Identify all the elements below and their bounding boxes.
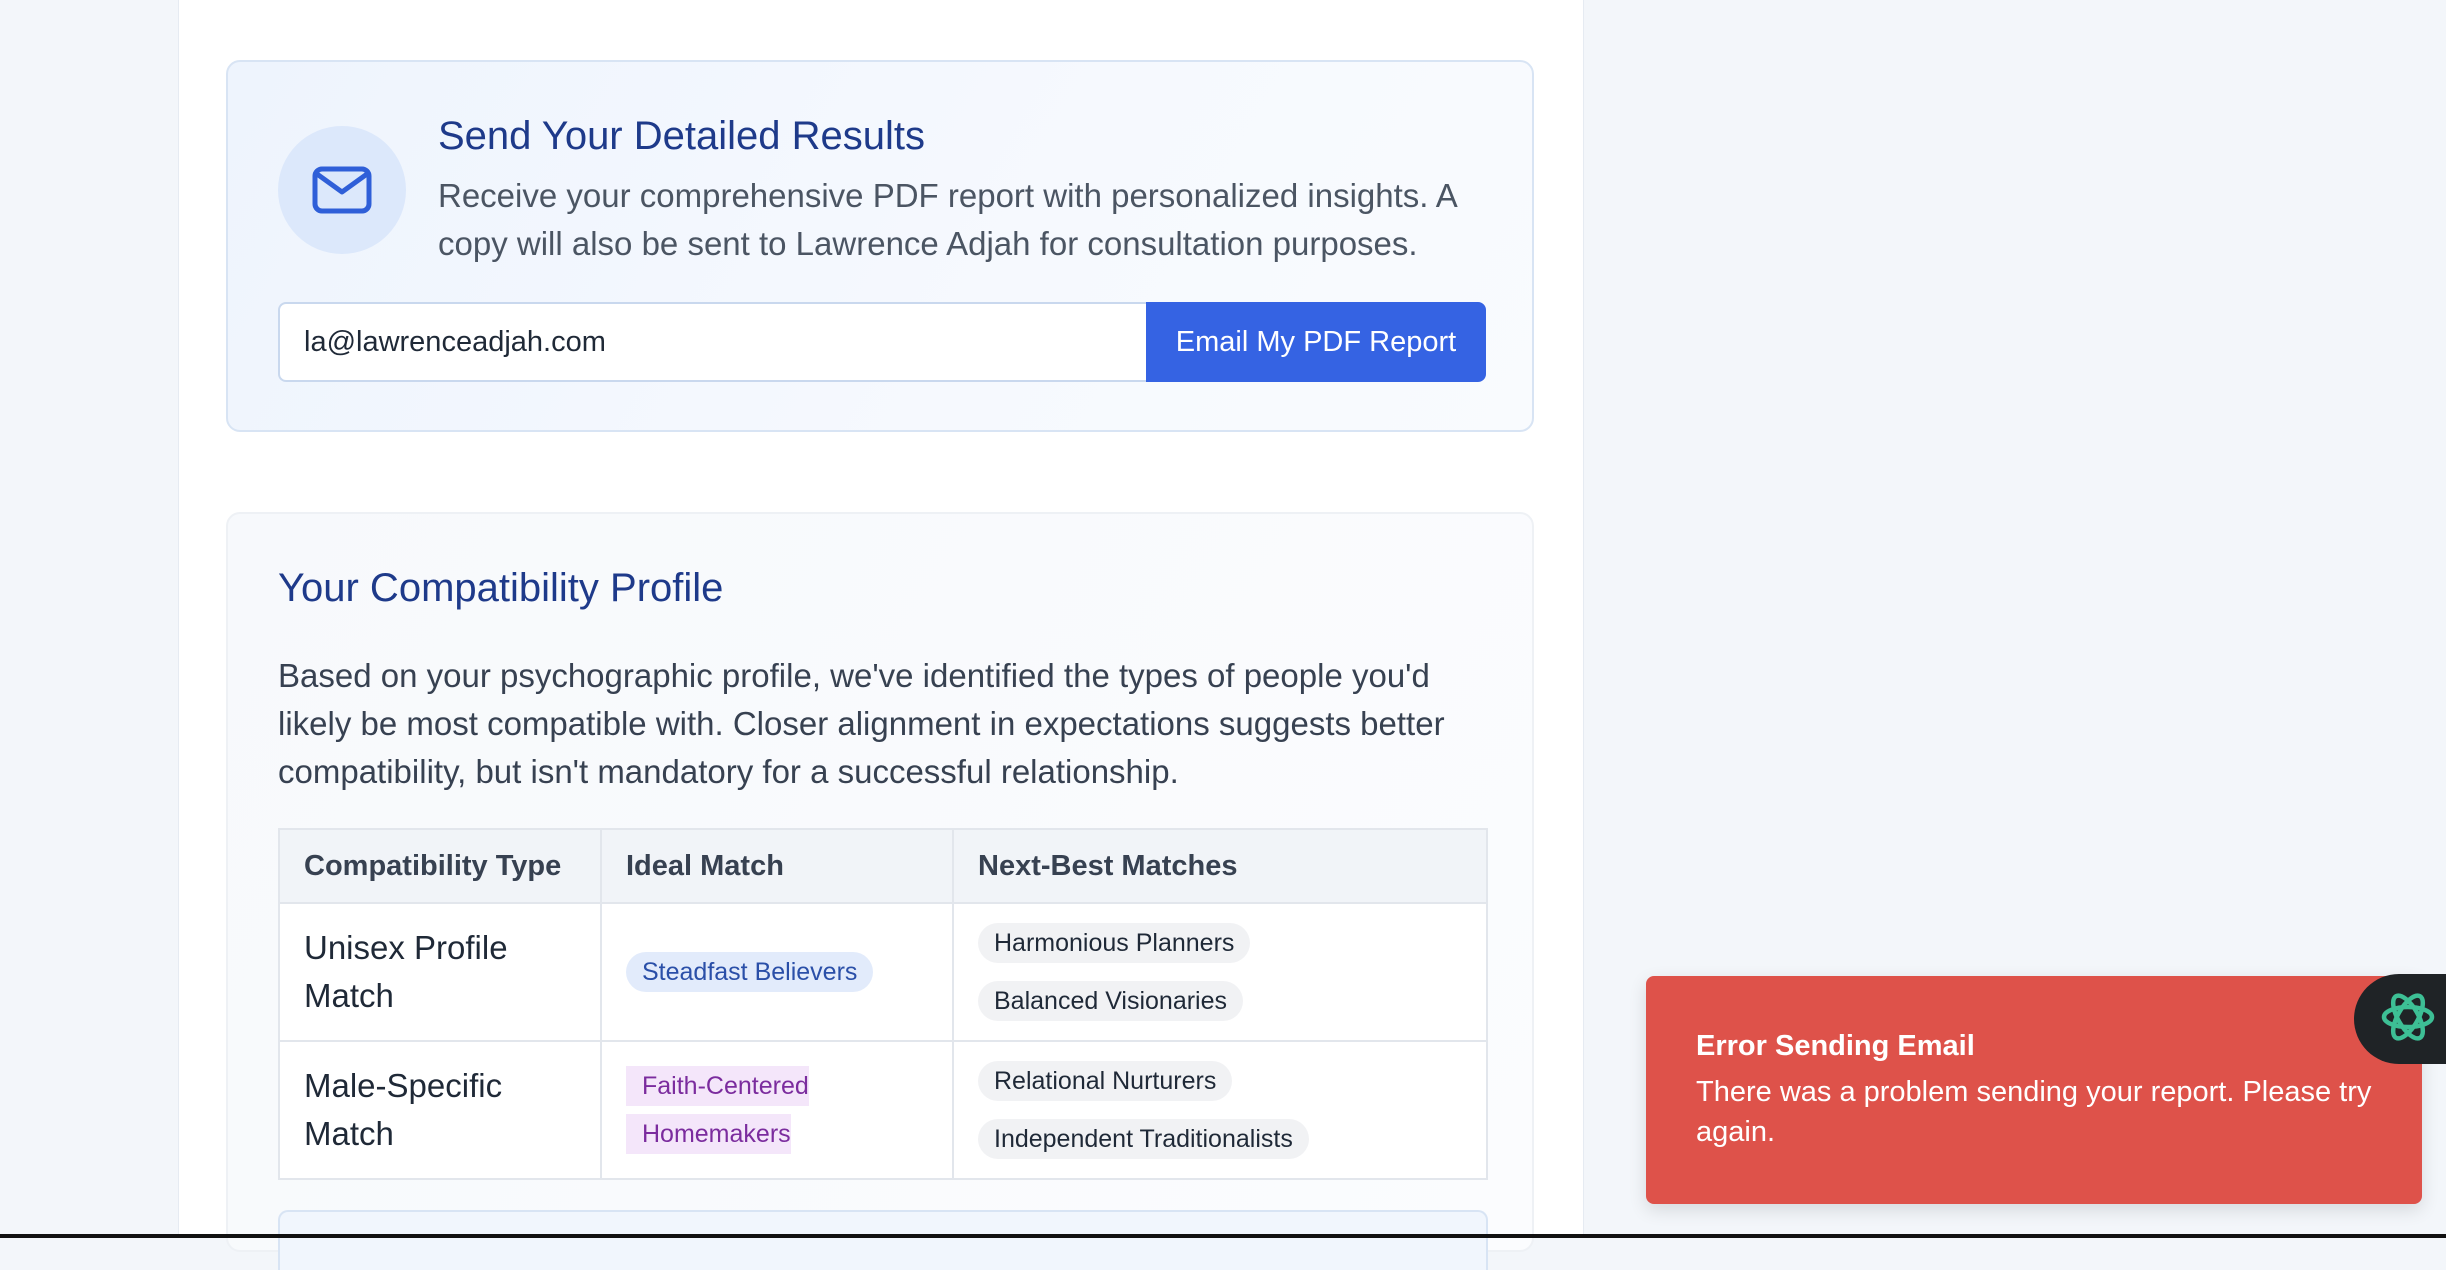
assistant-logo-icon — [2376, 985, 2440, 1054]
column-header: Compatibility Type — [278, 828, 602, 904]
ideal-match-chip: Faith-Centered Homemakers — [626, 1066, 809, 1154]
email-section-description: Receive your comprehensive PDF report wi… — [438, 177, 1456, 262]
table-row: Male-Specific Match Faith-Centered Homem… — [278, 1040, 1488, 1180]
ideal-match-chip: Steadfast Believers — [626, 952, 874, 992]
column-header: Next-Best Matches — [952, 828, 1488, 904]
error-toast[interactable]: Error Sending Email There was a problem … — [1646, 976, 2422, 1204]
table-header-row: Compatibility Type Ideal Match Next-Best… — [278, 828, 1488, 904]
toast-message: There was a problem sending your report.… — [1696, 1076, 2372, 1148]
mail-icon — [278, 126, 406, 254]
assistant-button[interactable] — [2354, 974, 2446, 1064]
column-header: Ideal Match — [600, 828, 954, 904]
email-input[interactable] — [278, 302, 1148, 382]
table-cell: Faith-Centered Homemakers — [600, 1040, 954, 1180]
next-best-match-chip: Harmonious Planners — [978, 923, 1251, 963]
compatibility-type: Unisex Profile Match — [304, 929, 508, 1014]
next-best-match-chip: Balanced Visionaries — [978, 981, 1244, 1021]
email-pdf-report-button[interactable]: Email My PDF Report — [1146, 302, 1486, 382]
table-cell: Male-Specific Match — [278, 1040, 602, 1180]
toast-title: Error Sending Email — [1696, 1030, 1975, 1062]
next-best-match-chip: Independent Traditionalists — [978, 1119, 1309, 1159]
compatibility-type: Male-Specific Match — [304, 1067, 503, 1152]
table-cell: Steadfast Believers — [600, 902, 954, 1042]
table-row: Unisex Profile Match Steadfast Believers… — [278, 902, 1488, 1042]
compatibility-description: Based on your psychographic profile, we'… — [278, 657, 1445, 790]
table-cell: Relational Nurturers Independent Traditi… — [952, 1040, 1488, 1180]
compatibility-table: Compatibility Type Ideal Match Next-Best… — [278, 828, 1488, 1180]
email-section-title: Send Your Detailed Results — [438, 114, 925, 158]
table-cell: Harmonious Planners Balanced Visionaries — [952, 902, 1488, 1042]
email-results-section: Send Your Detailed Results Receive your … — [226, 60, 1534, 432]
table-cell: Unisex Profile Match — [278, 902, 602, 1042]
next-best-match-chip: Relational Nurturers — [978, 1061, 1233, 1101]
next-section-box — [278, 1210, 1488, 1270]
compatibility-profile-section: Your Compatibility Profile Based on your… — [226, 512, 1534, 1270]
compatibility-title: Your Compatibility Profile — [278, 566, 724, 610]
window-bottom-edge — [0, 1234, 2446, 1238]
